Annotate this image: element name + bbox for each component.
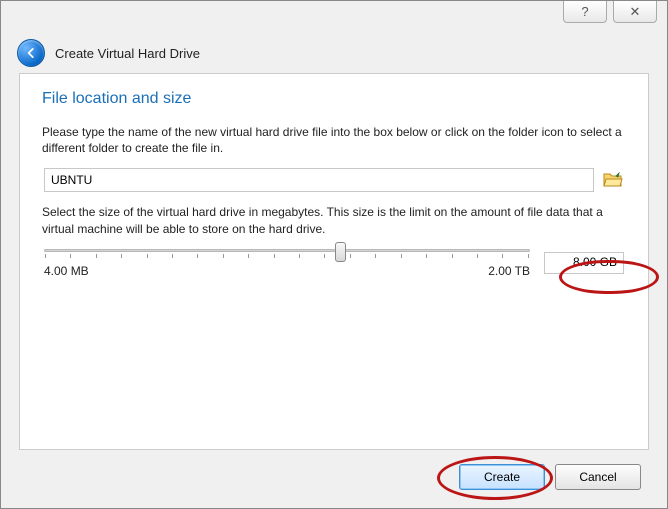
help-icon: ?	[581, 4, 588, 19]
slider-thumb[interactable]	[335, 242, 346, 262]
size-description: Select the size of the virtual hard driv…	[42, 204, 626, 236]
slider-max-label: 2.00 TB	[488, 264, 530, 278]
slider-min-label: 4.00 MB	[44, 264, 89, 278]
content-panel: File location and size Please type the n…	[19, 73, 649, 450]
close-button[interactable]: ✕	[613, 1, 657, 23]
slider-ticks	[44, 254, 530, 258]
window-title: Create Virtual Hard Drive	[55, 46, 200, 61]
file-description: Please type the name of the new virtual …	[42, 124, 626, 156]
cancel-button[interactable]: Cancel	[555, 464, 641, 490]
section-title: File location and size	[42, 90, 626, 108]
browse-folder-button[interactable]	[602, 170, 624, 190]
file-name-input[interactable]	[44, 168, 594, 192]
close-icon: ✕	[630, 4, 641, 20]
back-button[interactable]	[17, 39, 45, 67]
help-button[interactable]: ?	[563, 1, 607, 23]
create-button[interactable]: Create	[459, 464, 545, 490]
folder-icon	[603, 171, 623, 189]
size-slider[interactable]	[44, 249, 530, 252]
back-arrow-icon	[24, 46, 38, 60]
size-value-display[interactable]: 8.00 GB	[544, 252, 624, 274]
